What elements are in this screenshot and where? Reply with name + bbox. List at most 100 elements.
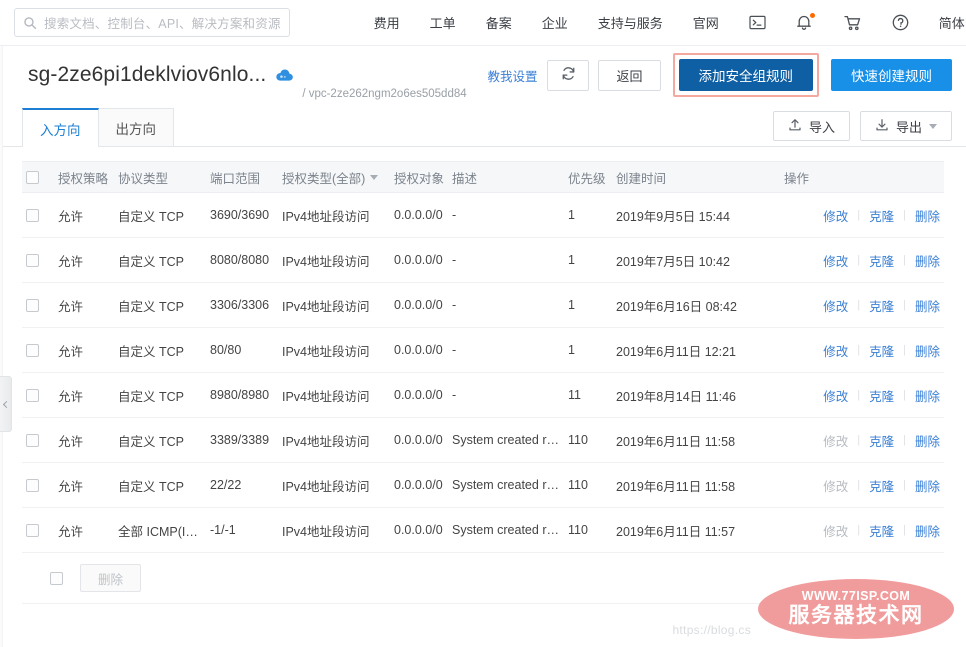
cell-description: System created rule.	[448, 417, 564, 463]
edit-rule-link[interactable]: 修改	[823, 386, 848, 405]
cell-policy: 允许	[54, 372, 114, 418]
search-icon	[23, 16, 37, 30]
op-separator: |	[857, 524, 861, 536]
op-separator: |	[903, 344, 906, 356]
language-selector[interactable]: 简体中文	[939, 13, 966, 32]
delete-rule-link[interactable]: 删除	[915, 431, 940, 450]
op-separator: |	[857, 434, 861, 446]
cell-port-range: 3306/3306	[206, 282, 278, 328]
delete-rule-link[interactable]: 删除	[915, 251, 940, 270]
row-checkbox[interactable]	[26, 524, 39, 538]
cloud-icon	[276, 69, 294, 82]
direction-tabs: 入方向 出方向 导入 导出	[0, 104, 966, 147]
header-auth-type[interactable]: 授权类型(全部)	[278, 161, 390, 193]
header-actions: 教我设置 返回 添加安全组规则 快速创建规则	[487, 53, 952, 97]
cell-auth-object: 0.0.0.0/0	[390, 507, 448, 553]
help-icon[interactable]	[892, 14, 909, 31]
clone-rule-link[interactable]: 克隆	[869, 206, 894, 225]
op-separator: |	[857, 389, 861, 401]
breadcrumb[interactable]: / vpc-2ze262ngm2o6es505dd84	[302, 88, 466, 104]
clone-rule-link[interactable]: 克隆	[869, 476, 894, 495]
tab-outbound[interactable]: 出方向	[97, 108, 174, 146]
cell-port-range: 22/22	[206, 462, 278, 508]
row-checkbox[interactable]	[26, 434, 39, 448]
tab-inbound[interactable]: 入方向	[22, 108, 99, 147]
nav-enterprise[interactable]: 企业	[542, 13, 568, 32]
blog-url-watermark: https://blog.cs	[672, 623, 751, 637]
header-create-time: 创建时间	[612, 161, 780, 193]
export-button[interactable]: 导出	[859, 111, 952, 141]
delete-rule-link[interactable]: 删除	[915, 521, 940, 540]
nav-website[interactable]: 官网	[693, 13, 719, 32]
cell-protocol: 自定义 TCP	[114, 327, 206, 373]
cell-protocol: 自定义 TCP	[114, 192, 206, 238]
delete-rule-link[interactable]: 删除	[915, 296, 940, 315]
cell-auth-object: 0.0.0.0/0	[390, 417, 448, 463]
row-select-cell	[22, 462, 54, 508]
clone-rule-link[interactable]: 克隆	[869, 296, 894, 315]
nav-support[interactable]: 支持与服务	[598, 13, 663, 32]
import-label: 导入	[808, 119, 835, 135]
row-checkbox[interactable]	[26, 479, 39, 493]
op-separator: |	[903, 254, 906, 266]
clone-rule-link[interactable]: 克隆	[869, 521, 894, 540]
table-row: 允许 自定义 TCP 3690/3690 IPv4地址段访问 0.0.0.0/0-1 20…	[22, 192, 944, 238]
edit-rule-link[interactable]: 修改	[823, 341, 848, 360]
cell-auth-type: IPv4地址段访问	[278, 507, 390, 553]
sidebar-collapse-handle[interactable]	[0, 376, 12, 432]
cell-priority: 1	[564, 327, 612, 373]
nav-icp[interactable]: 备案	[486, 13, 512, 32]
table-row: 允许 自定义 TCP 22/22 IPv4地址段访问 0.0.0.0/0 System c…	[22, 462, 944, 508]
cell-auth-type: IPv4地址段访问	[278, 327, 390, 373]
delete-rule-link[interactable]: 删除	[915, 206, 940, 225]
cart-icon[interactable]	[844, 15, 862, 31]
select-all-checkbox[interactable]	[26, 171, 39, 185]
quick-create-rule-button[interactable]: 快速创建规则	[831, 59, 952, 91]
refresh-button[interactable]	[547, 59, 590, 91]
cell-policy: 允许	[54, 417, 114, 463]
bell-icon[interactable]	[796, 13, 815, 31]
terminal-icon[interactable]	[749, 15, 766, 30]
delete-rule-link[interactable]: 删除	[915, 386, 940, 405]
nav-ticket[interactable]: 工单	[430, 13, 456, 32]
clone-rule-link[interactable]: 克隆	[869, 386, 894, 405]
row-select-cell	[22, 507, 54, 553]
row-select-cell	[22, 372, 54, 418]
add-security-group-rule-button[interactable]: 添加安全组规则	[678, 59, 813, 91]
page-root: 搜索文档、控制台、API、解决方案和资源 费用 工单 备案 企业 支持与服务 官…	[0, 0, 966, 647]
row-checkbox[interactable]	[26, 299, 39, 313]
edit-rule-link[interactable]: 修改	[823, 296, 848, 315]
edit-rule-link[interactable]: 修改	[823, 251, 848, 270]
op-separator: |	[857, 479, 861, 491]
export-label: 导出	[895, 119, 922, 135]
search-input[interactable]: 搜索文档、控制台、API、解决方案和资源	[14, 8, 290, 37]
clone-rule-link[interactable]: 克隆	[869, 431, 894, 450]
nav-cost[interactable]: 费用	[374, 13, 400, 32]
cell-port-range: 3389/3389	[206, 417, 278, 463]
op-separator: |	[903, 299, 906, 311]
row-checkbox[interactable]	[26, 254, 39, 268]
cell-auth-type: IPv4地址段访问	[278, 282, 390, 328]
cell-protocol: 自定义 TCP	[114, 372, 206, 418]
clone-rule-link[interactable]: 克隆	[869, 251, 894, 270]
cell-description: System created rule.	[448, 507, 564, 553]
row-checkbox[interactable]	[26, 344, 39, 358]
cell-auth-type: IPv4地址段访问	[278, 372, 390, 418]
cell-operations: 修改 | 克隆 | 删除	[780, 372, 944, 418]
row-checkbox[interactable]	[26, 389, 39, 403]
row-checkbox[interactable]	[26, 209, 39, 223]
teach-me-settings-link[interactable]: 教我设置	[487, 66, 537, 85]
back-button[interactable]: 返回	[598, 59, 661, 91]
delete-rule-link[interactable]: 删除	[915, 476, 940, 495]
import-button[interactable]: 导入	[772, 111, 850, 141]
edit-rule-link[interactable]: 修改	[823, 206, 848, 225]
header-select-all	[22, 161, 54, 193]
row-select-cell	[22, 237, 54, 283]
footer-select-all-checkbox[interactable]	[50, 571, 63, 585]
clone-rule-link[interactable]: 克隆	[869, 341, 894, 360]
cell-description: System created rule.	[448, 462, 564, 508]
batch-delete-button[interactable]: 删除	[80, 564, 142, 592]
cell-description: -	[448, 237, 564, 283]
cell-create-time: 2019年6月11日 11:58	[612, 417, 780, 463]
delete-rule-link[interactable]: 删除	[915, 341, 940, 360]
